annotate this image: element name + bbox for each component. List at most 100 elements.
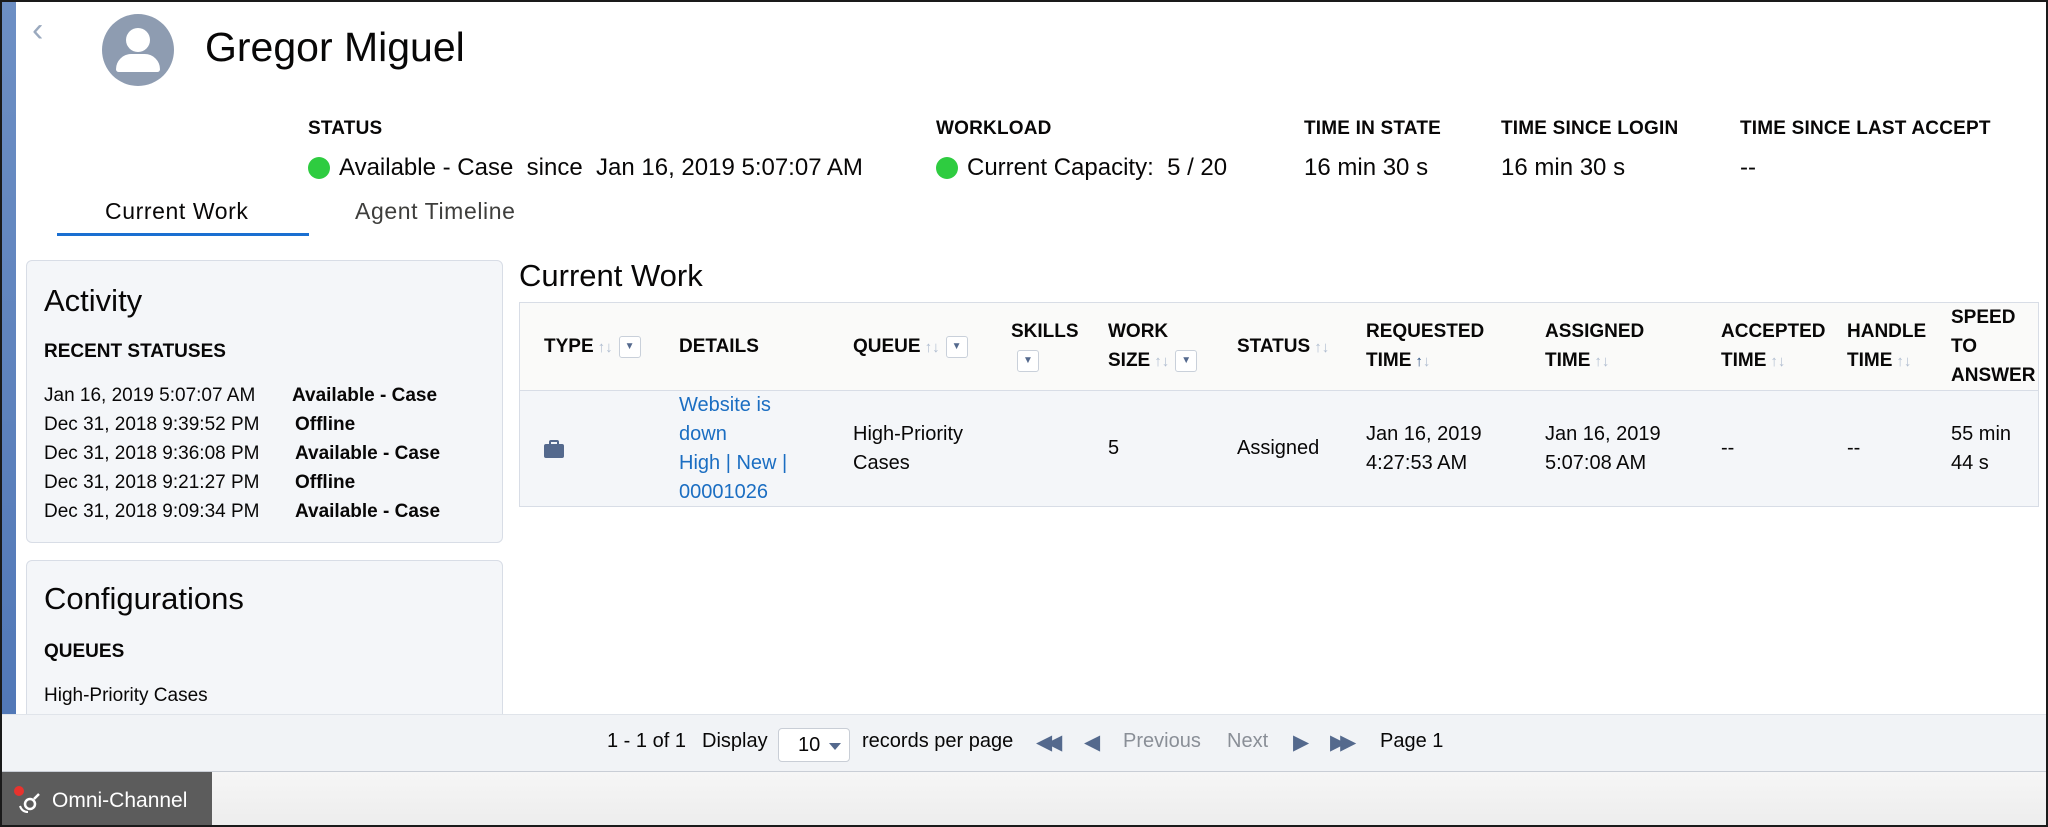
status-history-time: Dec 31, 2018 9:36:08 PM [44,443,260,464]
stat-status-label: STATUS [308,118,383,139]
filter-dropdown-icon[interactable]: ▼ [1175,349,1198,372]
case-meta-link[interactable]: High | New | [679,452,787,474]
filter-dropdown-icon[interactable]: ▼ [1017,349,1039,372]
stat-time-since-login: TIME SINCE LOGIN 16 min 30 s [1501,118,1678,182]
stat-status-value: Available - Case since Jan 16, 2019 5:07… [339,154,863,181]
stat-time-since-login-value: 16 min 30 s [1501,154,1626,181]
previous-page-icon[interactable]: ◀ [1084,730,1100,755]
status-history-time: Jan 16, 2019 5:07:07 AM [44,385,256,406]
assigned-date: Jan 16, 2019 [1545,423,1661,445]
sort-icon[interactable]: ↑↓ [598,339,613,356]
col-requested-time[interactable]: REQUESTED TIME ↑↓ [1366,317,1484,376]
avatar-body-shape [116,54,160,72]
status-dot-icon [308,157,330,179]
col-assigned-label: ASSIGNED [1545,321,1645,342]
tab-current-work[interactable]: Current Work [57,192,309,236]
speed-to-answer-cell: 55 min 44 s [1951,420,2011,478]
sort-icon[interactable]: ↑↓ [1770,353,1785,370]
stat-time-in-state-label: TIME IN STATE [1304,118,1442,139]
utility-bar: Omni-Channel [2,772,2046,825]
status-history-time: Dec 31, 2018 9:09:34 PM [44,501,260,522]
records-per-page-select[interactable]: 10 [778,728,850,762]
status-history-row: Jan 16, 2019 5:07:07 AM Available - Case [44,385,437,407]
status-history-state: Available - Case [295,443,441,464]
previous-button[interactable]: Previous [1123,730,1201,753]
stat-status-value-row: Available - Case since Jan 16, 2019 5:07… [308,154,863,182]
tab-agent-timeline[interactable]: Agent Timeline [309,192,564,236]
speed-line1: 55 min [1951,423,2012,445]
assigned-time-cell: Jan 16, 2019 5:07:08 AM [1545,420,1661,478]
col-skills[interactable]: SKILLS ▼ [1011,317,1079,375]
stat-status: STATUS Available - Case since Jan 16, 20… [308,118,863,182]
records-per-page-value: 10 [798,734,821,756]
case-subject-link[interactable]: down [679,423,727,445]
last-page-icon[interactable]: ▶▶ [1330,730,1356,755]
stat-time-since-last-accept-value: -- [1740,154,1756,181]
sort-icon[interactable]: ↑↓ [925,339,940,356]
col-handle-label: HANDLE [1847,321,1927,342]
page-indicator: Page 1 [1380,730,1444,752]
next-page-icon[interactable]: ▶ [1293,730,1309,755]
current-work-table: TYPE ↑↓ ▼ DETAILS QUEUE ↑↓ ▼ SKILLS ▼ WORK S… [519,302,2039,507]
case-subject-link[interactable]: Website is [679,394,771,416]
col-speed-label-2: TO [1951,336,1978,357]
status-history-time: Dec 31, 2018 9:21:27 PM [44,472,260,493]
activity-panel: Activity RECENT STATUSES Jan 16, 2019 5:… [26,260,503,543]
col-accepted-time[interactable]: ACCEPTED TIME ↑↓ [1721,317,1826,376]
avatar-head-shape [126,28,150,52]
configurations-title: Configurations [44,581,244,616]
filter-dropdown-icon[interactable]: ▼ [618,335,641,358]
sort-up-active-icon: ↑ [1415,353,1423,370]
queue-cell-line2: Cases [853,452,910,474]
col-accepted-label: ACCEPTED [1721,321,1826,342]
col-work-size[interactable]: WORK SIZE ↑↓ ▼ [1108,317,1198,376]
filter-dropdown-icon[interactable]: ▼ [945,335,968,358]
status-history-state: Offline [295,414,356,435]
sort-icon[interactable]: ↑↓ [1314,339,1329,356]
requested-time-cell: Jan 16, 2019 4:27:53 AM [1366,420,1482,478]
sort-icon[interactable]: ↑↓ [1415,353,1430,370]
omni-channel-button[interactable]: Omni-Channel [2,772,212,825]
current-work-title: Current Work [519,258,703,293]
stat-time-since-last-accept: TIME SINCE LAST ACCEPT -- [1740,118,1991,182]
col-work-size-label: WORK [1108,321,1169,342]
chevron-down-icon [829,743,841,750]
first-page-icon[interactable]: ◀◀ [1036,730,1062,755]
sort-icon[interactable]: ↑↓ [1896,353,1911,370]
col-work-size-label-2: SIZE [1108,350,1151,371]
col-details: DETAILS [679,336,759,357]
queue-name: High-Priority Cases [44,685,208,706]
next-button[interactable]: Next [1227,730,1268,753]
pagination-bar: 1 - 1 of 1 Display 10 records per page ◀… [2,714,2046,772]
stat-workload: WORKLOAD Current Capacity: 5 / 20 [936,118,1227,182]
stat-workload-label: WORKLOAD [936,118,1052,139]
queue-cell-line1: High-Priority [853,423,964,445]
back-chevron-icon[interactable]: ‹ [32,12,62,48]
assigned-time: 5:07:08 AM [1545,452,1647,474]
requested-time: 4:27:53 AM [1366,452,1468,474]
agent-name: Gregor Miguel [205,24,465,70]
col-status[interactable]: STATUS ↑↓ [1237,332,1329,362]
col-status-label: STATUS [1237,336,1311,357]
stat-time-since-last-accept-label: TIME SINCE LAST ACCEPT [1740,118,1991,139]
omni-supervisor-agent-detail: ‹ Gregor Miguel STATUS Available - Case … [0,0,2048,827]
sort-icon[interactable]: ↑↓ [1154,353,1169,370]
requested-date: Jan 16, 2019 [1366,423,1482,445]
status-history-state: Available - Case [292,385,438,406]
col-accepted-label-2: TIME [1721,350,1767,371]
col-handle-label-2: TIME [1847,350,1893,371]
sort-icon[interactable]: ↑↓ [1594,353,1609,370]
table-header: TYPE ↑↓ ▼ DETAILS QUEUE ↑↓ ▼ SKILLS ▼ WORK S… [520,303,2038,391]
col-assigned-time[interactable]: ASSIGNED TIME ↑↓ [1545,317,1644,376]
details-cell[interactable]: Website is down High | New | 00001026 [679,391,787,507]
case-number-link[interactable]: 00001026 [679,481,768,503]
col-type[interactable]: TYPE ↑↓ ▼ [544,332,641,362]
stat-time-in-state: TIME IN STATE 16 min 30 s [1304,118,1441,182]
col-speed-to-answer[interactable]: SPEED TO ANSWER [1951,303,2035,390]
queue-cell: High-Priority Cases [853,420,963,478]
record-range: 1 - 1 of 1 [607,730,686,752]
records-per-page-label: records per page [862,730,1014,752]
col-queue[interactable]: QUEUE ↑↓ ▼ [853,332,968,362]
col-handle-time[interactable]: HANDLE TIME ↑↓ [1847,317,1926,376]
status-history-row: Dec 31, 2018 9:21:27 PM Offline [44,472,355,494]
